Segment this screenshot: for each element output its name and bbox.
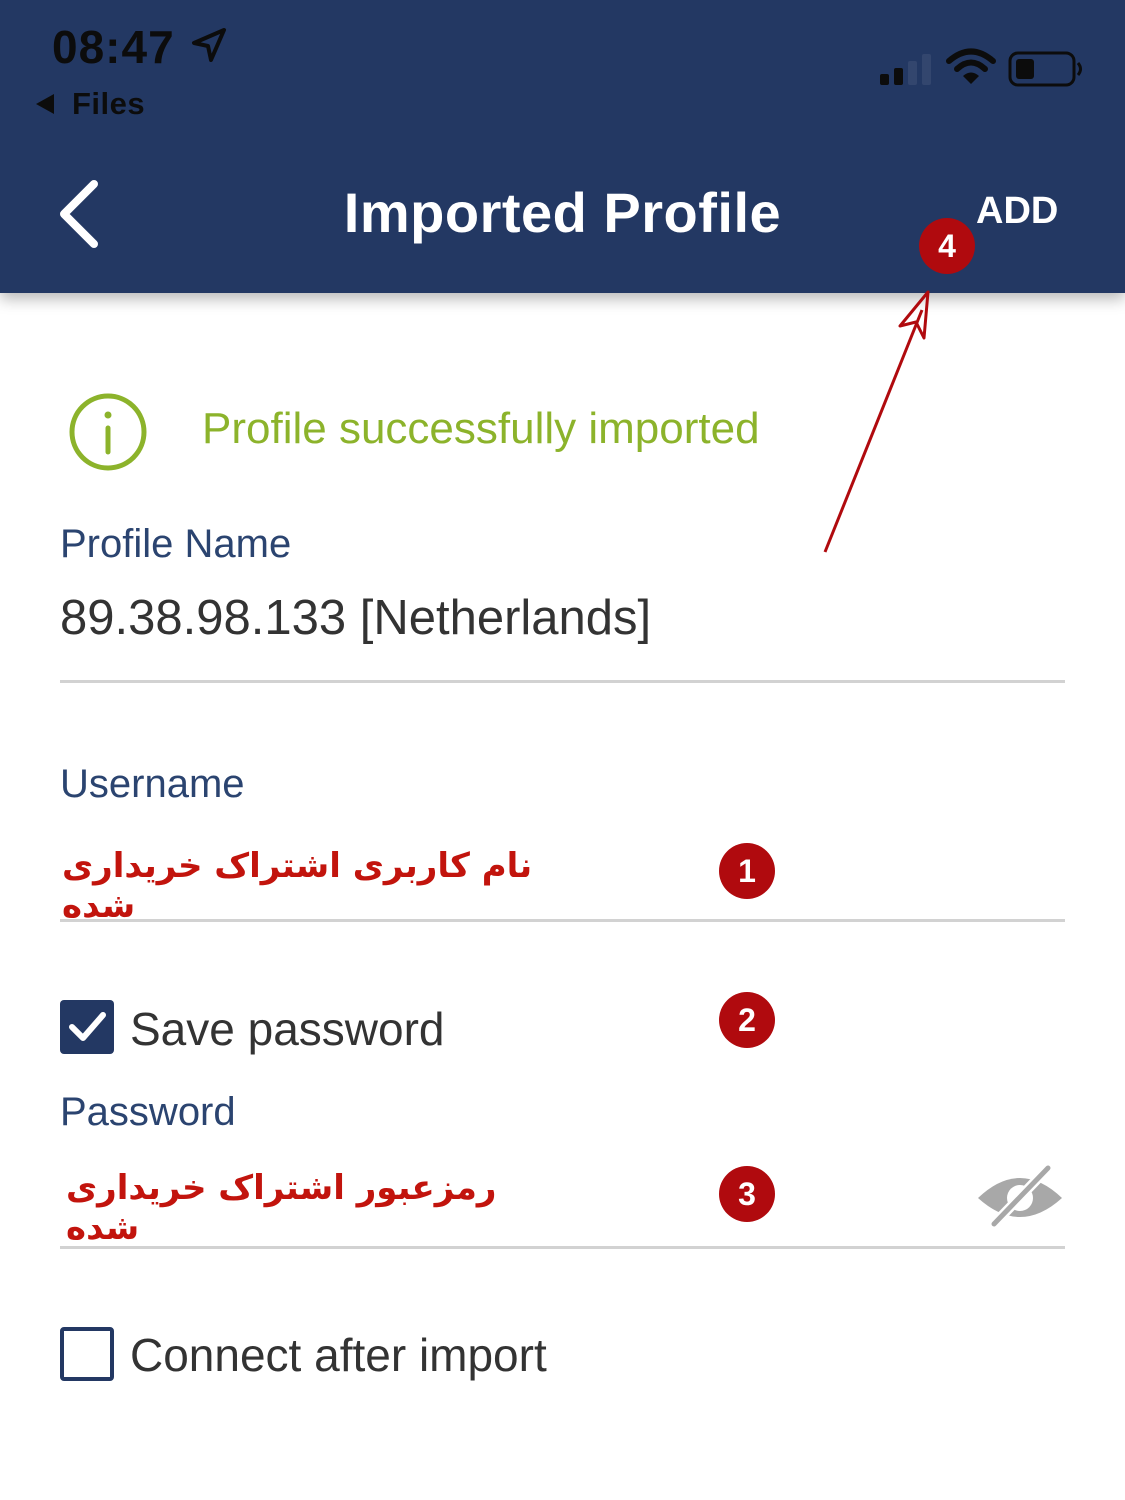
location-arrow-icon — [192, 28, 226, 62]
connect-after-import-label: Connect after import — [130, 1329, 547, 1381]
annotation-marker-3: 3 — [719, 1166, 775, 1222]
wifi-icon — [946, 48, 996, 84]
add-button[interactable]: ADD — [976, 190, 1058, 233]
screen: 08:47 Files Imported Profile ADD 4 Profi… — [0, 0, 1125, 1500]
annotation-marker-4: 4 — [919, 218, 975, 274]
cellular-signal-icon — [880, 54, 931, 85]
annotation-marker-2: 2 — [719, 992, 775, 1048]
back-app-label: Files — [72, 86, 146, 121]
username-label: Username — [60, 762, 245, 806]
username-divider — [60, 919, 1065, 922]
password-divider — [60, 1246, 1065, 1249]
save-password-label: Save password — [130, 1003, 445, 1055]
save-password-checkbox[interactable] — [60, 1000, 114, 1054]
import-success-message: Profile successfully imported — [202, 404, 760, 453]
profile-name-field[interactable]: 89.38.98.133 [Netherlands] — [60, 590, 651, 646]
chevron-left-icon[interactable] — [52, 178, 112, 250]
password-field[interactable]: رمزعبور اشتراک خریداری شده — [66, 1168, 538, 1248]
page-title-text: Imported Profile — [343, 181, 782, 244]
username-field[interactable]: نام کاربری اشتراک خریداری شده — [62, 846, 582, 926]
annotation-arrow — [823, 290, 930, 553]
back-triangle-icon — [36, 94, 54, 114]
profile-name-label: Profile Name — [60, 522, 292, 566]
checkmark-icon — [69, 1012, 106, 1041]
status-time: 08:47 — [52, 21, 175, 73]
back-to-files-link[interactable]: Files — [36, 84, 145, 124]
connect-after-import-checkbox[interactable] — [60, 1327, 114, 1381]
annotation-marker-1: 1 — [719, 843, 775, 899]
info-circle-icon — [69, 393, 147, 471]
eye-off-icon[interactable] — [974, 1164, 1066, 1228]
battery-icon — [1008, 51, 1082, 87]
password-label: Password — [60, 1090, 236, 1134]
profile-name-divider — [60, 680, 1065, 683]
